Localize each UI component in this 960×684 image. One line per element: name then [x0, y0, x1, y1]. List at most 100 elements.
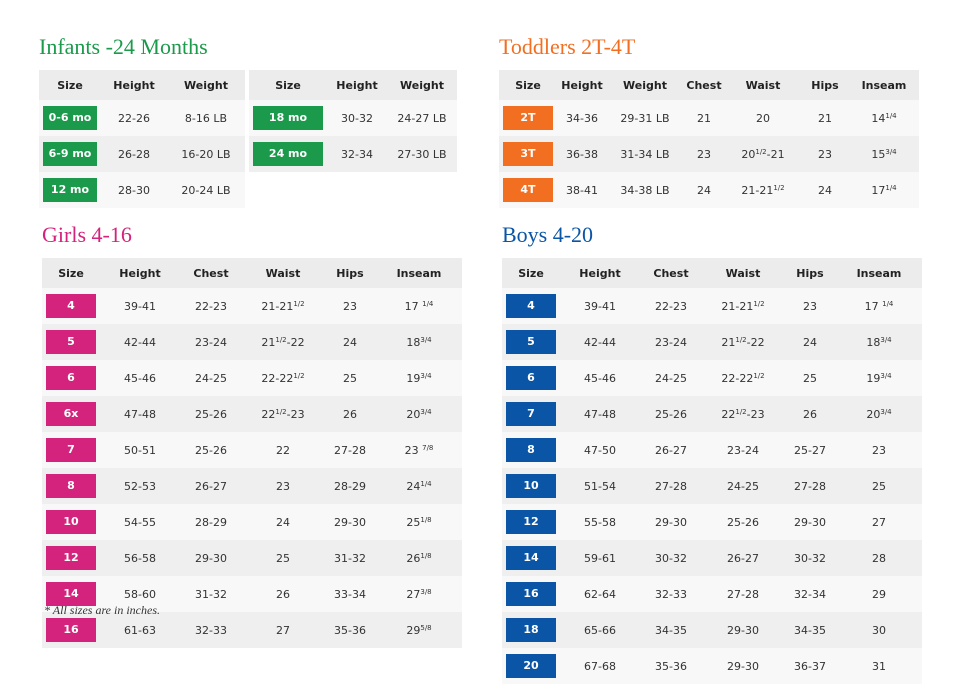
column-header: Weight	[607, 70, 683, 100]
measure-cell: 23	[324, 288, 376, 324]
measure-cell: 29-30	[784, 504, 836, 540]
column-header: Size	[249, 70, 327, 100]
measure-cell: 33-34	[324, 576, 376, 612]
measure-cell: 62-64	[560, 576, 640, 612]
measure-cell: 36-37	[784, 648, 836, 684]
size-cell: 4	[42, 288, 100, 324]
measure-cell: 25-26	[180, 396, 242, 432]
size-badge: 10	[506, 474, 556, 498]
size-cell: 6x	[42, 396, 100, 432]
size-badge: 6	[506, 366, 556, 390]
column-header: Size	[502, 258, 560, 288]
column-header: Inseam	[836, 258, 922, 288]
size-cell: 4T	[499, 172, 557, 208]
measure-cell: 27-28	[324, 432, 376, 468]
column-header: Chest	[683, 70, 725, 100]
measure-cell: 65-66	[560, 612, 640, 648]
measure-cell: 211/2-22	[242, 324, 324, 360]
measure-cell: 26-27	[702, 540, 784, 576]
measure-cell: 26-27	[640, 432, 702, 468]
size-badge: 4	[46, 294, 96, 318]
size-badge: 0-6 mo	[43, 106, 97, 130]
table-row: 14 59-61 30-32 26-27 30-32 28	[502, 540, 922, 576]
measure-cell: 34-36	[557, 100, 607, 136]
size-badge: 12 mo	[43, 178, 97, 202]
column-header: Size	[42, 258, 100, 288]
measure-cell: 25	[324, 360, 376, 396]
table-row: 0-6 mo 22-26 8-16 LB	[39, 100, 245, 136]
measure-cell: 29-31 LB	[607, 100, 683, 136]
size-badge: 7	[506, 402, 556, 426]
measure-cell: 24-25	[180, 360, 242, 396]
footnote: * All sizes are in inches.	[44, 603, 160, 617]
measure-cell: 24	[801, 172, 849, 208]
header-row: Size Height Weight	[249, 70, 457, 100]
girls-table: Size Height Chest Waist Hips Inseam 4 39-41 22-2…	[42, 258, 462, 648]
measure-cell: 183/4	[836, 324, 922, 360]
measure-cell: 193/4	[836, 360, 922, 396]
measure-cell: 35-36	[324, 612, 376, 648]
measure-cell: 55-58	[560, 504, 640, 540]
size-badge: 18 mo	[253, 106, 323, 130]
measure-cell: 54-55	[100, 504, 180, 540]
measure-cell: 29-30	[180, 540, 242, 576]
table-row: 12 55-58 29-30 25-26 29-30 27	[502, 504, 922, 540]
measure-cell: 221/2-23	[242, 396, 324, 432]
size-cell: 18 mo	[249, 100, 327, 136]
column-header: Weight	[167, 70, 245, 100]
table-row: 7 50-51 25-26 22 27-28 23 7/8	[42, 432, 462, 468]
measure-cell: 22	[242, 432, 324, 468]
measure-cell: 34-35	[784, 612, 836, 648]
measure-cell: 203/4	[376, 396, 462, 432]
measure-cell: 31-32	[180, 576, 242, 612]
measure-cell: 35-36	[640, 648, 702, 684]
measure-cell: 25	[242, 540, 324, 576]
size-badge: 2T	[503, 106, 553, 130]
header-row: Size Height Weight Chest Waist Hips Inseam	[499, 70, 919, 100]
column-header: Waist	[702, 258, 784, 288]
measure-cell: 24	[242, 504, 324, 540]
measure-cell: 56-58	[100, 540, 180, 576]
size-cell: 5	[42, 324, 100, 360]
size-cell: 14	[502, 540, 560, 576]
size-badge: 18	[506, 618, 556, 642]
size-cell: 20	[502, 648, 560, 684]
column-header: Height	[557, 70, 607, 100]
measure-cell: 24-25	[640, 360, 702, 396]
measure-cell: 28-29	[180, 504, 242, 540]
boys-title: Boys 4-20	[502, 222, 594, 247]
column-header: Height	[101, 70, 167, 100]
size-badge: 6-9 mo	[43, 142, 97, 166]
measure-cell: 25	[784, 360, 836, 396]
table-row: 20 67-68 35-36 29-30 36-37 31	[502, 648, 922, 684]
measure-cell: 23 7/8	[376, 432, 462, 468]
measure-cell: 21-211/2	[702, 288, 784, 324]
size-badge: 6x	[46, 402, 96, 426]
size-cell: 6	[42, 360, 100, 396]
measure-cell: 295/8	[376, 612, 462, 648]
size-badge: 4	[506, 294, 556, 318]
size-badge: 8	[46, 474, 96, 498]
measure-cell: 31-32	[324, 540, 376, 576]
measure-cell: 31-34 LB	[607, 136, 683, 172]
measure-cell: 26	[242, 576, 324, 612]
measure-cell: 241/4	[376, 468, 462, 504]
measure-cell: 47-48	[560, 396, 640, 432]
toddlers-title: Toddlers 2T-4T	[499, 34, 636, 59]
header-row: Size Height Chest Waist Hips Inseam	[502, 258, 922, 288]
size-cell: 4	[502, 288, 560, 324]
measure-cell: 25	[836, 468, 922, 504]
measure-cell: 31	[836, 648, 922, 684]
column-header: Height	[100, 258, 180, 288]
measure-cell: 29-30	[702, 612, 784, 648]
column-header: Inseam	[376, 258, 462, 288]
infants-table-1: Size Height Weight 0-6 mo 22-26 8-16 LB 6-9 mo…	[39, 70, 245, 208]
column-header: Waist	[725, 70, 801, 100]
measure-cell: 22-23	[180, 288, 242, 324]
table-row: 8 47-50 26-27 23-24 25-27 23	[502, 432, 922, 468]
column-header: Chest	[180, 258, 242, 288]
measure-cell: 23-24	[180, 324, 242, 360]
size-cell: 5	[502, 324, 560, 360]
measure-cell: 51-54	[560, 468, 640, 504]
column-header: Size	[39, 70, 101, 100]
